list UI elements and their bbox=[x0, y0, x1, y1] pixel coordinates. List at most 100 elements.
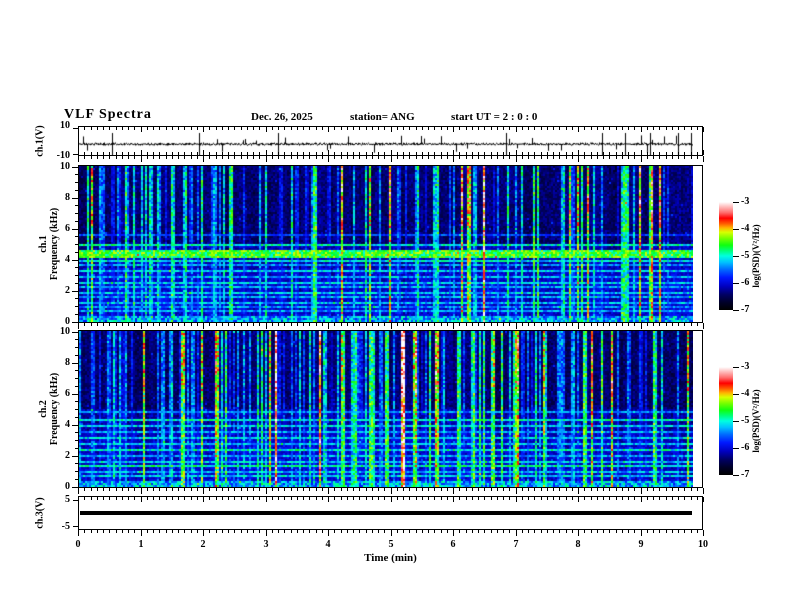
x-tick bbox=[584, 323, 585, 326]
x-tick bbox=[553, 152, 554, 155]
x-tick bbox=[316, 127, 317, 130]
x-tick bbox=[259, 488, 260, 491]
x-tick bbox=[659, 323, 660, 326]
x-tick bbox=[241, 488, 242, 491]
x-tick bbox=[116, 127, 117, 130]
x-tick bbox=[466, 152, 467, 155]
x-tick bbox=[672, 488, 673, 491]
x-tick bbox=[541, 156, 542, 159]
x-tick bbox=[191, 152, 192, 155]
x-tick bbox=[634, 530, 635, 533]
x-tick bbox=[147, 530, 148, 533]
x-tick bbox=[384, 488, 385, 491]
x-tick bbox=[516, 127, 517, 132]
x-tick bbox=[522, 156, 523, 159]
x-tick bbox=[547, 497, 548, 500]
x-tick bbox=[228, 497, 229, 500]
x-tick bbox=[597, 156, 598, 159]
x-tick bbox=[172, 530, 173, 533]
x-tick bbox=[666, 323, 667, 326]
x-tick bbox=[322, 323, 323, 326]
x-tick bbox=[134, 323, 135, 326]
x-tick bbox=[278, 127, 279, 130]
x-tick bbox=[128, 497, 129, 500]
x-tick bbox=[316, 156, 317, 159]
x-tick bbox=[341, 127, 342, 130]
x-tick-label: 4 bbox=[325, 539, 331, 550]
x-tick bbox=[184, 152, 185, 155]
x-tick bbox=[241, 127, 242, 130]
x-tick bbox=[559, 323, 560, 326]
x-tick bbox=[284, 323, 285, 326]
x-tick bbox=[584, 156, 585, 159]
y-tick bbox=[72, 167, 78, 168]
x-tick bbox=[122, 323, 123, 326]
x-tick bbox=[97, 127, 98, 130]
y-tick bbox=[75, 213, 78, 214]
x-tick bbox=[616, 156, 617, 159]
x-tick bbox=[428, 152, 429, 155]
x-tick bbox=[628, 530, 629, 533]
x-tick bbox=[428, 127, 429, 130]
x-tick bbox=[147, 497, 148, 500]
x-tick bbox=[434, 127, 435, 130]
x-tick bbox=[678, 127, 679, 130]
x-tick bbox=[391, 156, 392, 162]
x-tick bbox=[578, 530, 579, 536]
x-tick-label: 3 bbox=[263, 539, 269, 550]
x-tick bbox=[159, 530, 160, 533]
y-tick bbox=[75, 182, 78, 183]
x-tick bbox=[391, 488, 392, 494]
x-tick bbox=[447, 156, 448, 159]
x-tick bbox=[397, 488, 398, 491]
x-tick bbox=[203, 497, 204, 502]
x-tick bbox=[603, 152, 604, 155]
y-tick-label: 10 bbox=[60, 120, 70, 131]
x-tick bbox=[653, 323, 654, 326]
x-tick bbox=[534, 152, 535, 155]
x-tick bbox=[109, 323, 110, 326]
x-tick bbox=[209, 530, 210, 533]
x-tick bbox=[166, 530, 167, 533]
x-tick bbox=[572, 530, 573, 533]
x-tick bbox=[616, 323, 617, 326]
x-tick bbox=[247, 127, 248, 130]
x-tick bbox=[247, 488, 248, 491]
x-tick bbox=[503, 323, 504, 326]
x-tick bbox=[134, 488, 135, 491]
x-tick bbox=[703, 323, 704, 329]
x-tick bbox=[422, 152, 423, 155]
x-tick bbox=[553, 488, 554, 491]
x-tick bbox=[216, 156, 217, 159]
x-tick bbox=[541, 323, 542, 326]
x-tick bbox=[491, 488, 492, 491]
x-tick bbox=[491, 323, 492, 326]
x-tick bbox=[447, 497, 448, 500]
x-tick bbox=[703, 127, 704, 132]
x-tick bbox=[522, 488, 523, 491]
x-tick bbox=[341, 497, 342, 500]
x-tick bbox=[647, 156, 648, 159]
x-tick bbox=[609, 530, 610, 533]
y-tick bbox=[75, 401, 78, 402]
x-tick bbox=[284, 127, 285, 130]
x-tick bbox=[703, 530, 704, 536]
x-tick bbox=[534, 530, 535, 533]
x-tick bbox=[434, 156, 435, 159]
x-tick bbox=[378, 530, 379, 533]
x-tick bbox=[647, 488, 648, 491]
y-tick bbox=[72, 487, 78, 488]
x-tick bbox=[203, 150, 204, 155]
x-tick bbox=[303, 152, 304, 155]
x-tick bbox=[641, 488, 642, 494]
x-tick bbox=[109, 530, 110, 533]
ch2-spectrogram-image bbox=[79, 331, 693, 487]
x-tick bbox=[353, 497, 354, 500]
x-tick bbox=[622, 127, 623, 130]
x-tick bbox=[334, 156, 335, 159]
x-tick bbox=[703, 156, 704, 162]
x-tick bbox=[253, 323, 254, 326]
x-tick bbox=[153, 497, 154, 500]
y-tick bbox=[75, 409, 78, 410]
x-tick bbox=[622, 152, 623, 155]
